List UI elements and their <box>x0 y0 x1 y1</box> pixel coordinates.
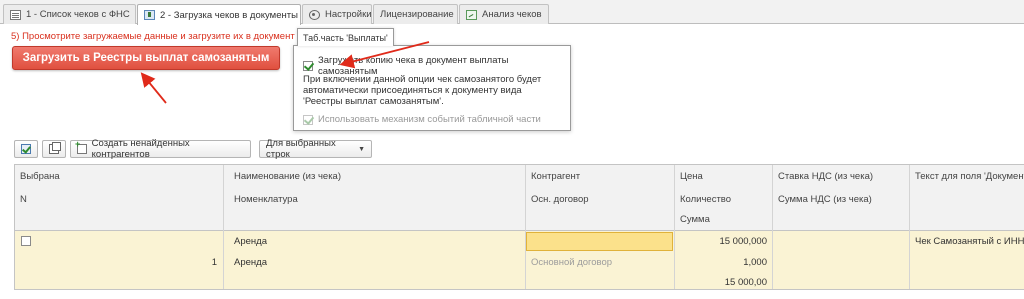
cell-n: 1 <box>211 257 217 268</box>
cell-quantity[interactable]: 1,000 <box>675 257 767 268</box>
column-divider <box>223 165 224 289</box>
chevron-down-icon: ▼ <box>358 145 365 153</box>
header-quantity[interactable]: Количество <box>680 194 731 205</box>
tab-analysis[interactable]: Анализ чеков <box>459 4 549 24</box>
upload-to-registry-button[interactable]: Загрузить в Реестры выплат самозанятым <box>12 46 280 70</box>
list-icon <box>10 9 21 20</box>
settings-popup: Загружать копию чека в документ выплаты … <box>293 45 571 131</box>
column-divider <box>674 165 675 289</box>
popup-tab-payments[interactable]: Таб.часть 'Выплаты' <box>297 28 394 46</box>
selected-rows-label: Для выбранных строк <box>266 138 336 160</box>
tab-licensing[interactable]: Лицензирование <box>373 4 458 24</box>
header-n[interactable]: N <box>20 194 27 205</box>
instruction-text: 5) Просмотрите загружаемые данные и загр… <box>11 31 295 42</box>
header-document-text[interactable]: Текст для поля 'Документ <box>915 171 1024 182</box>
check-all-button[interactable] <box>14 140 38 158</box>
tab-settings[interactable]: Настройки <box>302 4 372 24</box>
cell-sum[interactable]: 15 000,00 <box>675 277 767 288</box>
create-icon <box>75 139 87 154</box>
row-select-checkbox[interactable] <box>21 236 31 246</box>
selected-rows-dropdown[interactable]: Для выбранных строк ▼ <box>259 138 372 160</box>
header-price[interactable]: Цена <box>680 171 703 182</box>
header-selected[interactable]: Выбрана <box>20 171 60 182</box>
upload-icon <box>144 10 155 20</box>
copy-icon <box>49 142 61 154</box>
option-description: При включении данной опции чек самозанят… <box>303 74 542 107</box>
tab-bar: 1 - Список чеков с ФНС 2 - Загрузка чеко… <box>0 0 1024 25</box>
header-sum[interactable]: Сумма <box>680 214 710 225</box>
cell-contract[interactable]: Основной договор <box>531 257 612 268</box>
column-divider <box>525 165 526 289</box>
tab-label: 1 - Список чеков с ФНС <box>26 9 130 20</box>
option-table-events-label: Использовать механизм событий табличной … <box>318 114 541 125</box>
tab-receipts-list[interactable]: 1 - Список чеков с ФНС <box>3 4 136 24</box>
column-divider <box>772 165 773 289</box>
receipts-table: Выбрана N Наименование (из чека) Номенкл… <box>14 164 1024 290</box>
header-vat-sum[interactable]: Сумма НДС (из чека) <box>778 194 872 205</box>
checkbox-table-events <box>303 114 313 125</box>
header-name[interactable]: Наименование (из чека) <box>234 171 341 182</box>
cell-nomenclature[interactable]: Аренда <box>234 257 267 268</box>
checkbox-attach-copy[interactable] <box>303 61 313 71</box>
header-nomenclature[interactable]: Номенклатура <box>234 194 298 205</box>
arrow-to-button <box>140 72 167 104</box>
header-counterparty[interactable]: Контрагент <box>531 171 580 182</box>
check-all-icon <box>21 144 31 154</box>
create-counterparties-label: Создать ненайденных контрагентов <box>91 138 190 160</box>
header-contract[interactable]: Осн. договор <box>531 194 589 205</box>
option-table-events: Использовать механизм событий табличной … <box>303 114 541 125</box>
analysis-icon <box>466 9 477 20</box>
cell-receipt-text[interactable]: Чек Самозанятый с ИНН <box>915 236 1024 247</box>
gear-icon <box>309 9 320 20</box>
column-divider <box>909 165 910 289</box>
tab-label: 2 - Загрузка чеков в документы <box>160 9 298 21</box>
tab-label: Настройки <box>325 9 372 20</box>
tab-label: Анализ чеков <box>482 9 542 20</box>
counterparty-cell-active[interactable] <box>526 232 673 251</box>
tab-load-receipts[interactable]: 2 - Загрузка чеков в документы <box>137 4 301 25</box>
tab-label: Лицензирование <box>380 9 454 20</box>
copy-button[interactable] <box>42 140 66 158</box>
cell-name[interactable]: Аренда <box>234 236 267 247</box>
header-vat-rate[interactable]: Ставка НДС (из чека) <box>778 171 873 182</box>
cell-price[interactable]: 15 000,000 <box>675 236 767 247</box>
create-counterparties-button[interactable]: Создать ненайденных контрагентов <box>70 138 251 160</box>
